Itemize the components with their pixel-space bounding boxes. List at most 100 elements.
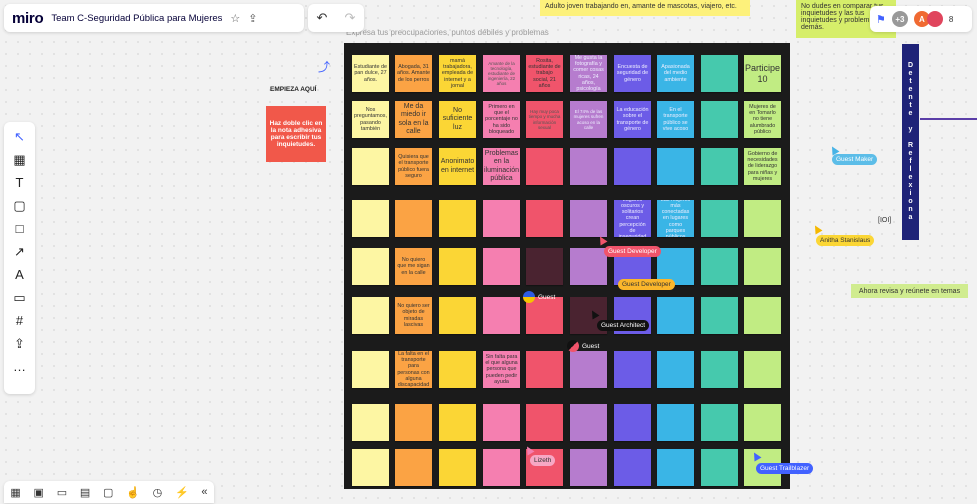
undo-icon[interactable]: ↶ [317, 10, 328, 26]
sticky-note[interactable] [439, 351, 476, 388]
sticky-note[interactable] [570, 148, 607, 185]
sticky-note[interactable]: Estudiante de pan dulce, 27 años. [352, 55, 389, 92]
sticky-note[interactable]: No quiero que me sigan en la calle [395, 248, 432, 285]
comment-icon[interactable]: ▭ [9, 287, 31, 308]
review-note[interactable]: Ahora revisa y reúnete en temas [851, 284, 968, 298]
sticky-note[interactable]: No quiero ser objeto de miradas lascivas [395, 297, 432, 334]
sticky-note[interactable] [439, 248, 476, 285]
sticky-note[interactable] [570, 404, 607, 441]
cursor-icon[interactable]: ↖ [9, 126, 31, 147]
sticky-note[interactable] [614, 404, 651, 441]
sticky-note[interactable] [744, 351, 781, 388]
sticky-note[interactable]: Me da miedo ir sola en la calle [395, 101, 432, 138]
sticky-note[interactable]: Primero en que el porcentaje no ha sido … [483, 101, 520, 138]
reflection-banner[interactable]: Detente y Reflexiona [902, 44, 919, 240]
sticky-note[interactable] [526, 200, 563, 237]
sticky-note[interactable] [526, 351, 563, 388]
sticky-note[interactable]: Sin falta para el que alguna persona que… [483, 351, 520, 388]
sticky-note[interactable] [701, 351, 738, 388]
sticky-note[interactable]: Abogada, 31 años. Amante de los perros [395, 55, 432, 92]
sticky-note[interactable]: Amante de la tecnología, estudiante de i… [483, 55, 520, 92]
sticky-note[interactable]: En el transporte público se vive acoso [657, 101, 694, 138]
sticky-note[interactable] [352, 449, 389, 486]
sticky-note[interactable] [352, 297, 389, 334]
sticky-note[interactable] [395, 449, 432, 486]
sticky-note[interactable]: Las mujeres más conectadas en lugares co… [657, 200, 694, 237]
miro-logo[interactable]: miro [12, 10, 44, 27]
sticky-note[interactable] [483, 404, 520, 441]
sticky-note[interactable]: Apasionada del medio ambiente [657, 55, 694, 92]
sticky-note[interactable] [483, 297, 520, 334]
sticky-note[interactable] [657, 351, 694, 388]
sticky-note[interactable] [657, 449, 694, 486]
sticky-note[interactable] [570, 351, 607, 388]
sticky-note[interactable] [657, 404, 694, 441]
reactions-icon[interactable]: ⚑ [876, 13, 886, 26]
sticky-note[interactable] [744, 248, 781, 285]
sticky-note[interactable] [395, 200, 432, 237]
sticky-note[interactable]: El 74% de las mujeres sufren acoso en la… [570, 101, 607, 138]
sticky-note[interactable] [657, 297, 694, 334]
sticky-note[interactable]: No suficiente luz [439, 101, 476, 138]
template-icon[interactable]: ▦ [9, 149, 31, 170]
line-icon[interactable]: ↗ [9, 241, 31, 262]
sticky-note[interactable] [526, 404, 563, 441]
sticky-note[interactable] [701, 101, 738, 138]
shape-icon[interactable]: □ [9, 218, 31, 239]
sticky-note[interactable] [439, 449, 476, 486]
sticky-note[interactable]: mamá trabajadora, empleada de internet y… [439, 55, 476, 92]
sticky-note[interactable] [526, 148, 563, 185]
sticky-note[interactable] [701, 148, 738, 185]
sticky-note[interactable]: Anonimato en internet [439, 148, 476, 185]
lightning-icon[interactable]: ⚡ [175, 486, 189, 499]
sticky-note[interactable] [701, 55, 738, 92]
sticky-note[interactable] [352, 248, 389, 285]
screen-icon[interactable]: ▢ [103, 486, 113, 499]
sticky-note[interactable] [657, 148, 694, 185]
sticky-note[interactable] [614, 148, 651, 185]
avatar[interactable] [926, 11, 943, 27]
redo-icon[interactable]: ↷ [345, 10, 356, 26]
upload-icon[interactable]: ⇪ [248, 12, 257, 25]
sticky-note[interactable] [439, 200, 476, 237]
sticky-note[interactable] [570, 248, 607, 285]
sticky-note[interactable] [483, 449, 520, 486]
sticky-note[interactable] [395, 404, 432, 441]
sticky-note[interactable] [352, 351, 389, 388]
more-icon[interactable]: … [9, 356, 31, 377]
sticky-note[interactable] [352, 148, 389, 185]
star-icon[interactable]: ☆ [230, 12, 240, 25]
sticky-note[interactable] [439, 297, 476, 334]
sticky-note[interactable] [701, 449, 738, 486]
sticky-note[interactable]: Hay muy poca tiempo y mucha información … [526, 101, 563, 138]
sticky-note[interactable]: La educación sobre el transporte de géne… [614, 101, 651, 138]
sticky-note[interactable] [701, 297, 738, 334]
sticky-note[interactable] [526, 248, 563, 285]
grid-icon[interactable]: ▦ [10, 486, 20, 499]
sticky-note[interactable]: Me gusta la fotografía y comer cosas ric… [570, 55, 607, 92]
sticky-note[interactable]: Problemas en la iluminación pública [483, 148, 520, 185]
sticky-note[interactable] [483, 200, 520, 237]
sticky-note[interactable] [352, 404, 389, 441]
like-icon[interactable]: ☝ [126, 486, 140, 499]
collapse-icon[interactable]: « [201, 486, 207, 498]
sticky-note[interactable] [614, 449, 651, 486]
sticky-note[interactable]: Gobierno de necesidades de liderazgo par… [744, 148, 781, 185]
sticky-note[interactable]: Encuesta de seguridad de género [614, 55, 651, 92]
sticky-note[interactable] [744, 404, 781, 441]
frame-icon[interactable]: # [9, 310, 31, 331]
sticky-note[interactable] [570, 449, 607, 486]
timer-icon[interactable]: ◷ [153, 486, 163, 499]
users-count[interactable]: 8 [949, 15, 953, 24]
sticky-note[interactable]: Rosita, estudiante de trabajo social, 21… [526, 55, 563, 92]
sticky-note[interactable]: La falta en el transporte para personas … [395, 351, 432, 388]
sticky-note[interactable] [570, 200, 607, 237]
sticky-note[interactable] [744, 297, 781, 334]
sticky-note[interactable] [439, 404, 476, 441]
instruction-red-note[interactable]: Haz doble clic en la nota adhesiva para … [266, 106, 326, 162]
pen-icon[interactable]: A [9, 264, 31, 285]
upload-icon[interactable]: ⇪ [9, 333, 31, 354]
sticky-note[interactable]: Lugares oscuros y solitarios crean perce… [614, 200, 651, 237]
sticky-note[interactable]: Participe 10 [744, 55, 781, 92]
sticky-note[interactable]: Mujeres de en Tomarlo no tiene alumbrado… [744, 101, 781, 138]
